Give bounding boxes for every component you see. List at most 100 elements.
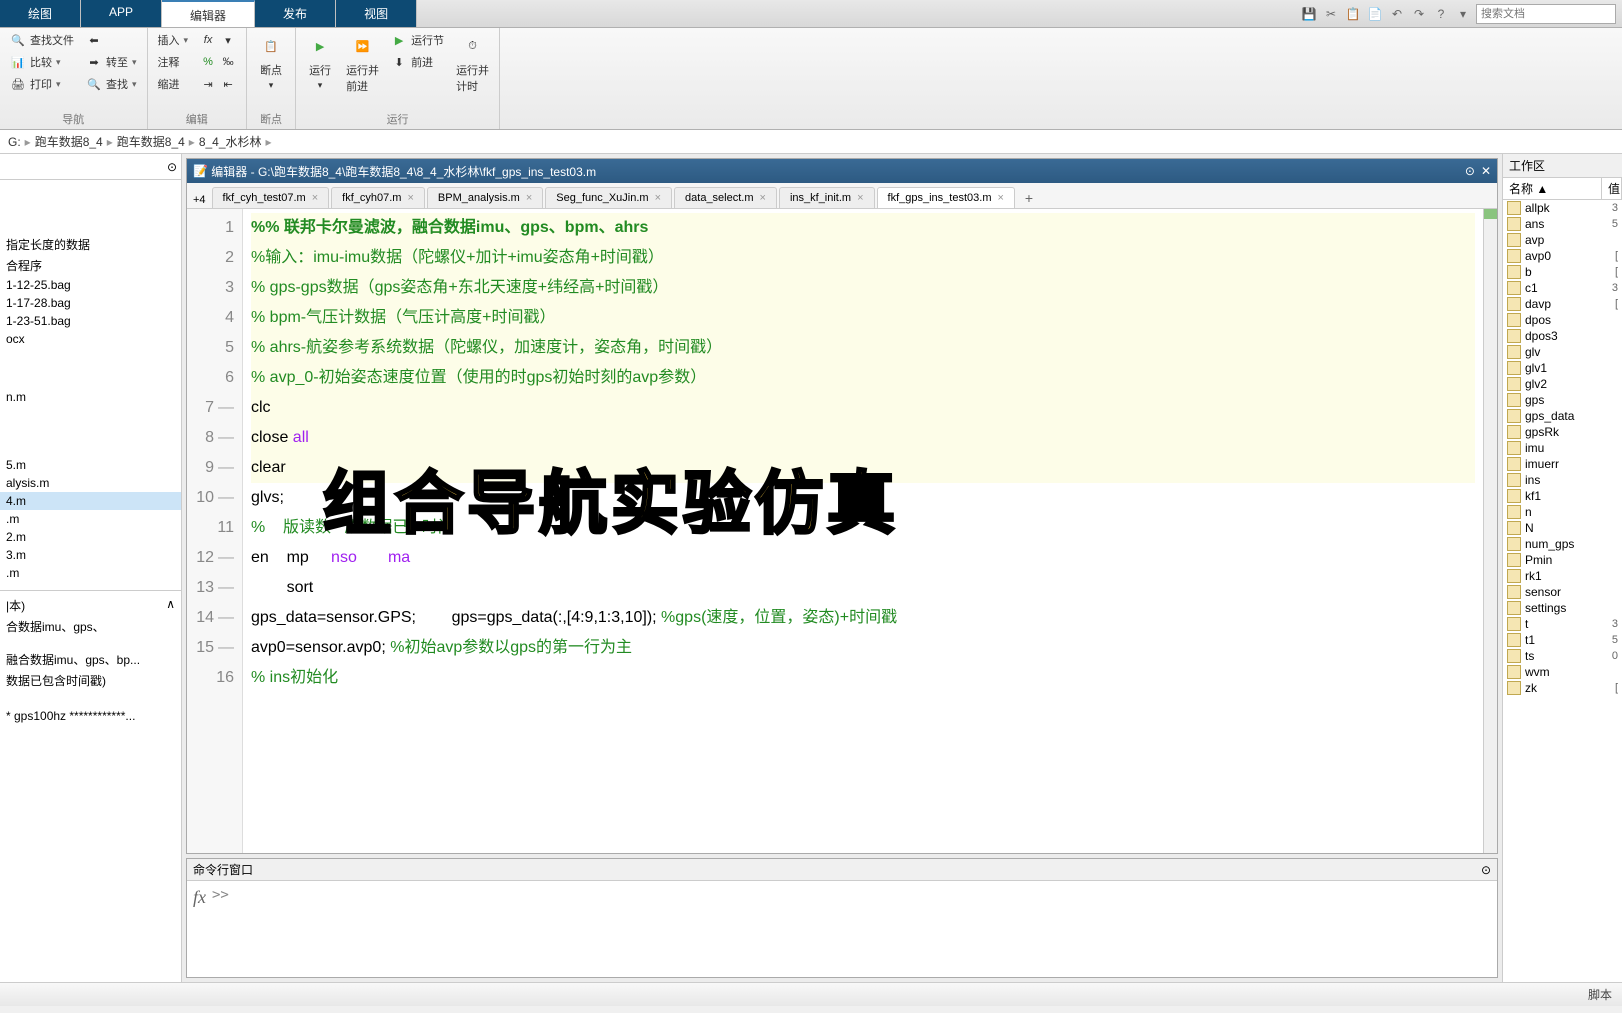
workspace-variable[interactable]: c13: [1503, 280, 1622, 296]
editor-tab[interactable]: data_select.m×: [674, 187, 777, 208]
workspace-col-name[interactable]: 名称 ▲: [1503, 178, 1602, 199]
help-icon[interactable]: ?: [1432, 5, 1450, 23]
workspace-variable[interactable]: settings: [1503, 600, 1622, 616]
list-item[interactable]: 5.m: [0, 456, 181, 474]
restore-icon[interactable]: ⊙: [1465, 164, 1475, 178]
run-advance-button[interactable]: ⏩运行并 前进: [342, 30, 383, 96]
close-icon[interactable]: ×: [857, 192, 863, 204]
workspace-variable[interactable]: n: [1503, 504, 1622, 520]
redo-icon[interactable]: ↷: [1410, 5, 1428, 23]
more-tabs-button[interactable]: +4: [187, 192, 212, 208]
breadcrumb-root[interactable]: G:: [8, 135, 21, 149]
close-icon[interactable]: ×: [760, 192, 766, 204]
list-item[interactable]: 1-23-51.bag: [0, 312, 181, 330]
workspace-variable[interactable]: gps: [1503, 392, 1622, 408]
comment-button[interactable]: 注释: [154, 52, 193, 72]
breadcrumb-item[interactable]: 跑车数据8_4: [117, 133, 185, 150]
workspace-variable[interactable]: wvm: [1503, 664, 1622, 680]
code-content[interactable]: %% 联邦卡尔曼滤波，融合数据imu、gps、bpm、ahrs %输入：imu-…: [243, 209, 1483, 853]
tab-publish[interactable]: 发布: [255, 0, 336, 27]
insert-button[interactable]: 插入: [154, 30, 193, 50]
workspace-variable[interactable]: t15: [1503, 632, 1622, 648]
workspace-variable[interactable]: allpk3: [1503, 200, 1622, 216]
comment-toggle-button[interactable]: %‰: [196, 52, 240, 72]
list-item[interactable]: .m: [0, 564, 181, 582]
list-item[interactable]: 指定长度的数据: [0, 234, 181, 255]
workspace-variable[interactable]: Pmin: [1503, 552, 1622, 568]
indent-button[interactable]: 缩进: [154, 74, 193, 94]
run-button[interactable]: ▶运行▾: [302, 30, 338, 93]
workspace-variable[interactable]: dpos: [1503, 312, 1622, 328]
code-minimap[interactable]: [1483, 209, 1497, 853]
advance-button[interactable]: ⬇前进: [387, 52, 448, 72]
tab-plot[interactable]: 绘图: [0, 0, 81, 27]
add-tab-button[interactable]: +: [1017, 188, 1041, 208]
list-item[interactable]: 1-12-25.bag: [0, 276, 181, 294]
list-item[interactable]: .m: [0, 510, 181, 528]
dropdown-icon[interactable]: ⊙: [1481, 863, 1491, 877]
run-section-button[interactable]: ▶运行节: [387, 30, 448, 50]
tab-app[interactable]: APP: [81, 0, 162, 27]
workspace-col-value[interactable]: 值: [1602, 178, 1622, 199]
close-icon[interactable]: ×: [526, 192, 532, 204]
close-icon[interactable]: ×: [997, 192, 1003, 204]
save-icon[interactable]: 💾: [1300, 5, 1318, 23]
dropdown-icon[interactable]: ▾: [1454, 5, 1472, 23]
list-item[interactable]: ocx: [0, 330, 181, 348]
close-icon[interactable]: ×: [655, 192, 661, 204]
print-button[interactable]: 🖨打印: [6, 74, 78, 94]
compare-button[interactable]: 📊比较: [6, 52, 78, 72]
breadcrumb[interactable]: G:▸ 跑车数据8_4▸ 跑车数据8_4▸ 8_4_水杉林▸: [0, 130, 1622, 154]
workspace-variable[interactable]: avp0[: [1503, 248, 1622, 264]
dropdown-icon[interactable]: ⊙: [167, 160, 177, 174]
indent-toggle-button[interactable]: ⇥⇤: [196, 74, 240, 94]
cut-icon[interactable]: ✂: [1322, 5, 1340, 23]
close-icon[interactable]: ×: [407, 192, 413, 204]
workspace-variable[interactable]: dpos3: [1503, 328, 1622, 344]
close-icon[interactable]: ×: [312, 192, 318, 204]
workspace-variable[interactable]: gps_data: [1503, 408, 1622, 424]
tab-editor[interactable]: 编辑器: [162, 0, 255, 27]
breadcrumb-item[interactable]: 跑车数据8_4: [35, 133, 103, 150]
workspace-variable[interactable]: gpsRk: [1503, 424, 1622, 440]
nav-back-button[interactable]: ⬅: [82, 30, 141, 50]
breadcrumb-item[interactable]: 8_4_水杉林: [199, 133, 262, 150]
undo-icon[interactable]: ↶: [1388, 5, 1406, 23]
list-item[interactable]: n.m: [0, 388, 181, 406]
editor-tab[interactable]: ins_kf_init.m×: [779, 187, 875, 208]
goto-button[interactable]: ➡转至: [82, 52, 141, 72]
list-item[interactable]: 4.m: [0, 492, 181, 510]
workspace-variable[interactable]: avp: [1503, 232, 1622, 248]
workspace-variable[interactable]: davp[: [1503, 296, 1622, 312]
list-item[interactable]: alysis.m: [0, 474, 181, 492]
find-button[interactable]: 🔍查找: [82, 74, 141, 94]
editor-tab[interactable]: fkf_gps_ins_test03.m×: [877, 187, 1015, 208]
editor-tab[interactable]: BPM_analysis.m×: [427, 187, 543, 208]
workspace-variable[interactable]: glv2: [1503, 376, 1622, 392]
search-input[interactable]: [1476, 4, 1616, 24]
tab-view[interactable]: 视图: [336, 0, 417, 27]
workspace-variable[interactable]: imuerr: [1503, 456, 1622, 472]
workspace-variable[interactable]: imu: [1503, 440, 1622, 456]
find-files-button[interactable]: 🔍查找文件: [6, 30, 78, 50]
workspace-variable[interactable]: ts0: [1503, 648, 1622, 664]
editor-tab[interactable]: fkf_cyh_test07.m×: [212, 187, 330, 208]
workspace-variable[interactable]: sensor: [1503, 584, 1622, 600]
list-item[interactable]: 合程序: [0, 255, 181, 276]
workspace-variable[interactable]: t3: [1503, 616, 1622, 632]
run-time-button[interactable]: ⏱运行并 计时: [452, 30, 493, 96]
breakpoint-button[interactable]: 📋 断点▾: [253, 30, 289, 93]
copy-icon[interactable]: 📋: [1344, 5, 1362, 23]
workspace-variable[interactable]: glv: [1503, 344, 1622, 360]
workspace-variable[interactable]: num_gps: [1503, 536, 1622, 552]
code-area[interactable]: 123456 7—8—9—10— 1112—13—14—15—16 %% 联邦卡…: [187, 209, 1497, 853]
workspace-variable[interactable]: N: [1503, 520, 1622, 536]
workspace-variable[interactable]: b[: [1503, 264, 1622, 280]
close-icon[interactable]: ✕: [1481, 164, 1491, 178]
workspace-variable[interactable]: kf1: [1503, 488, 1622, 504]
workspace-variable[interactable]: ans5: [1503, 216, 1622, 232]
editor-tab[interactable]: fkf_cyh07.m×: [331, 187, 425, 208]
workspace-variable[interactable]: ins: [1503, 472, 1622, 488]
list-item[interactable]: 3.m: [0, 546, 181, 564]
list-item[interactable]: 2.m: [0, 528, 181, 546]
